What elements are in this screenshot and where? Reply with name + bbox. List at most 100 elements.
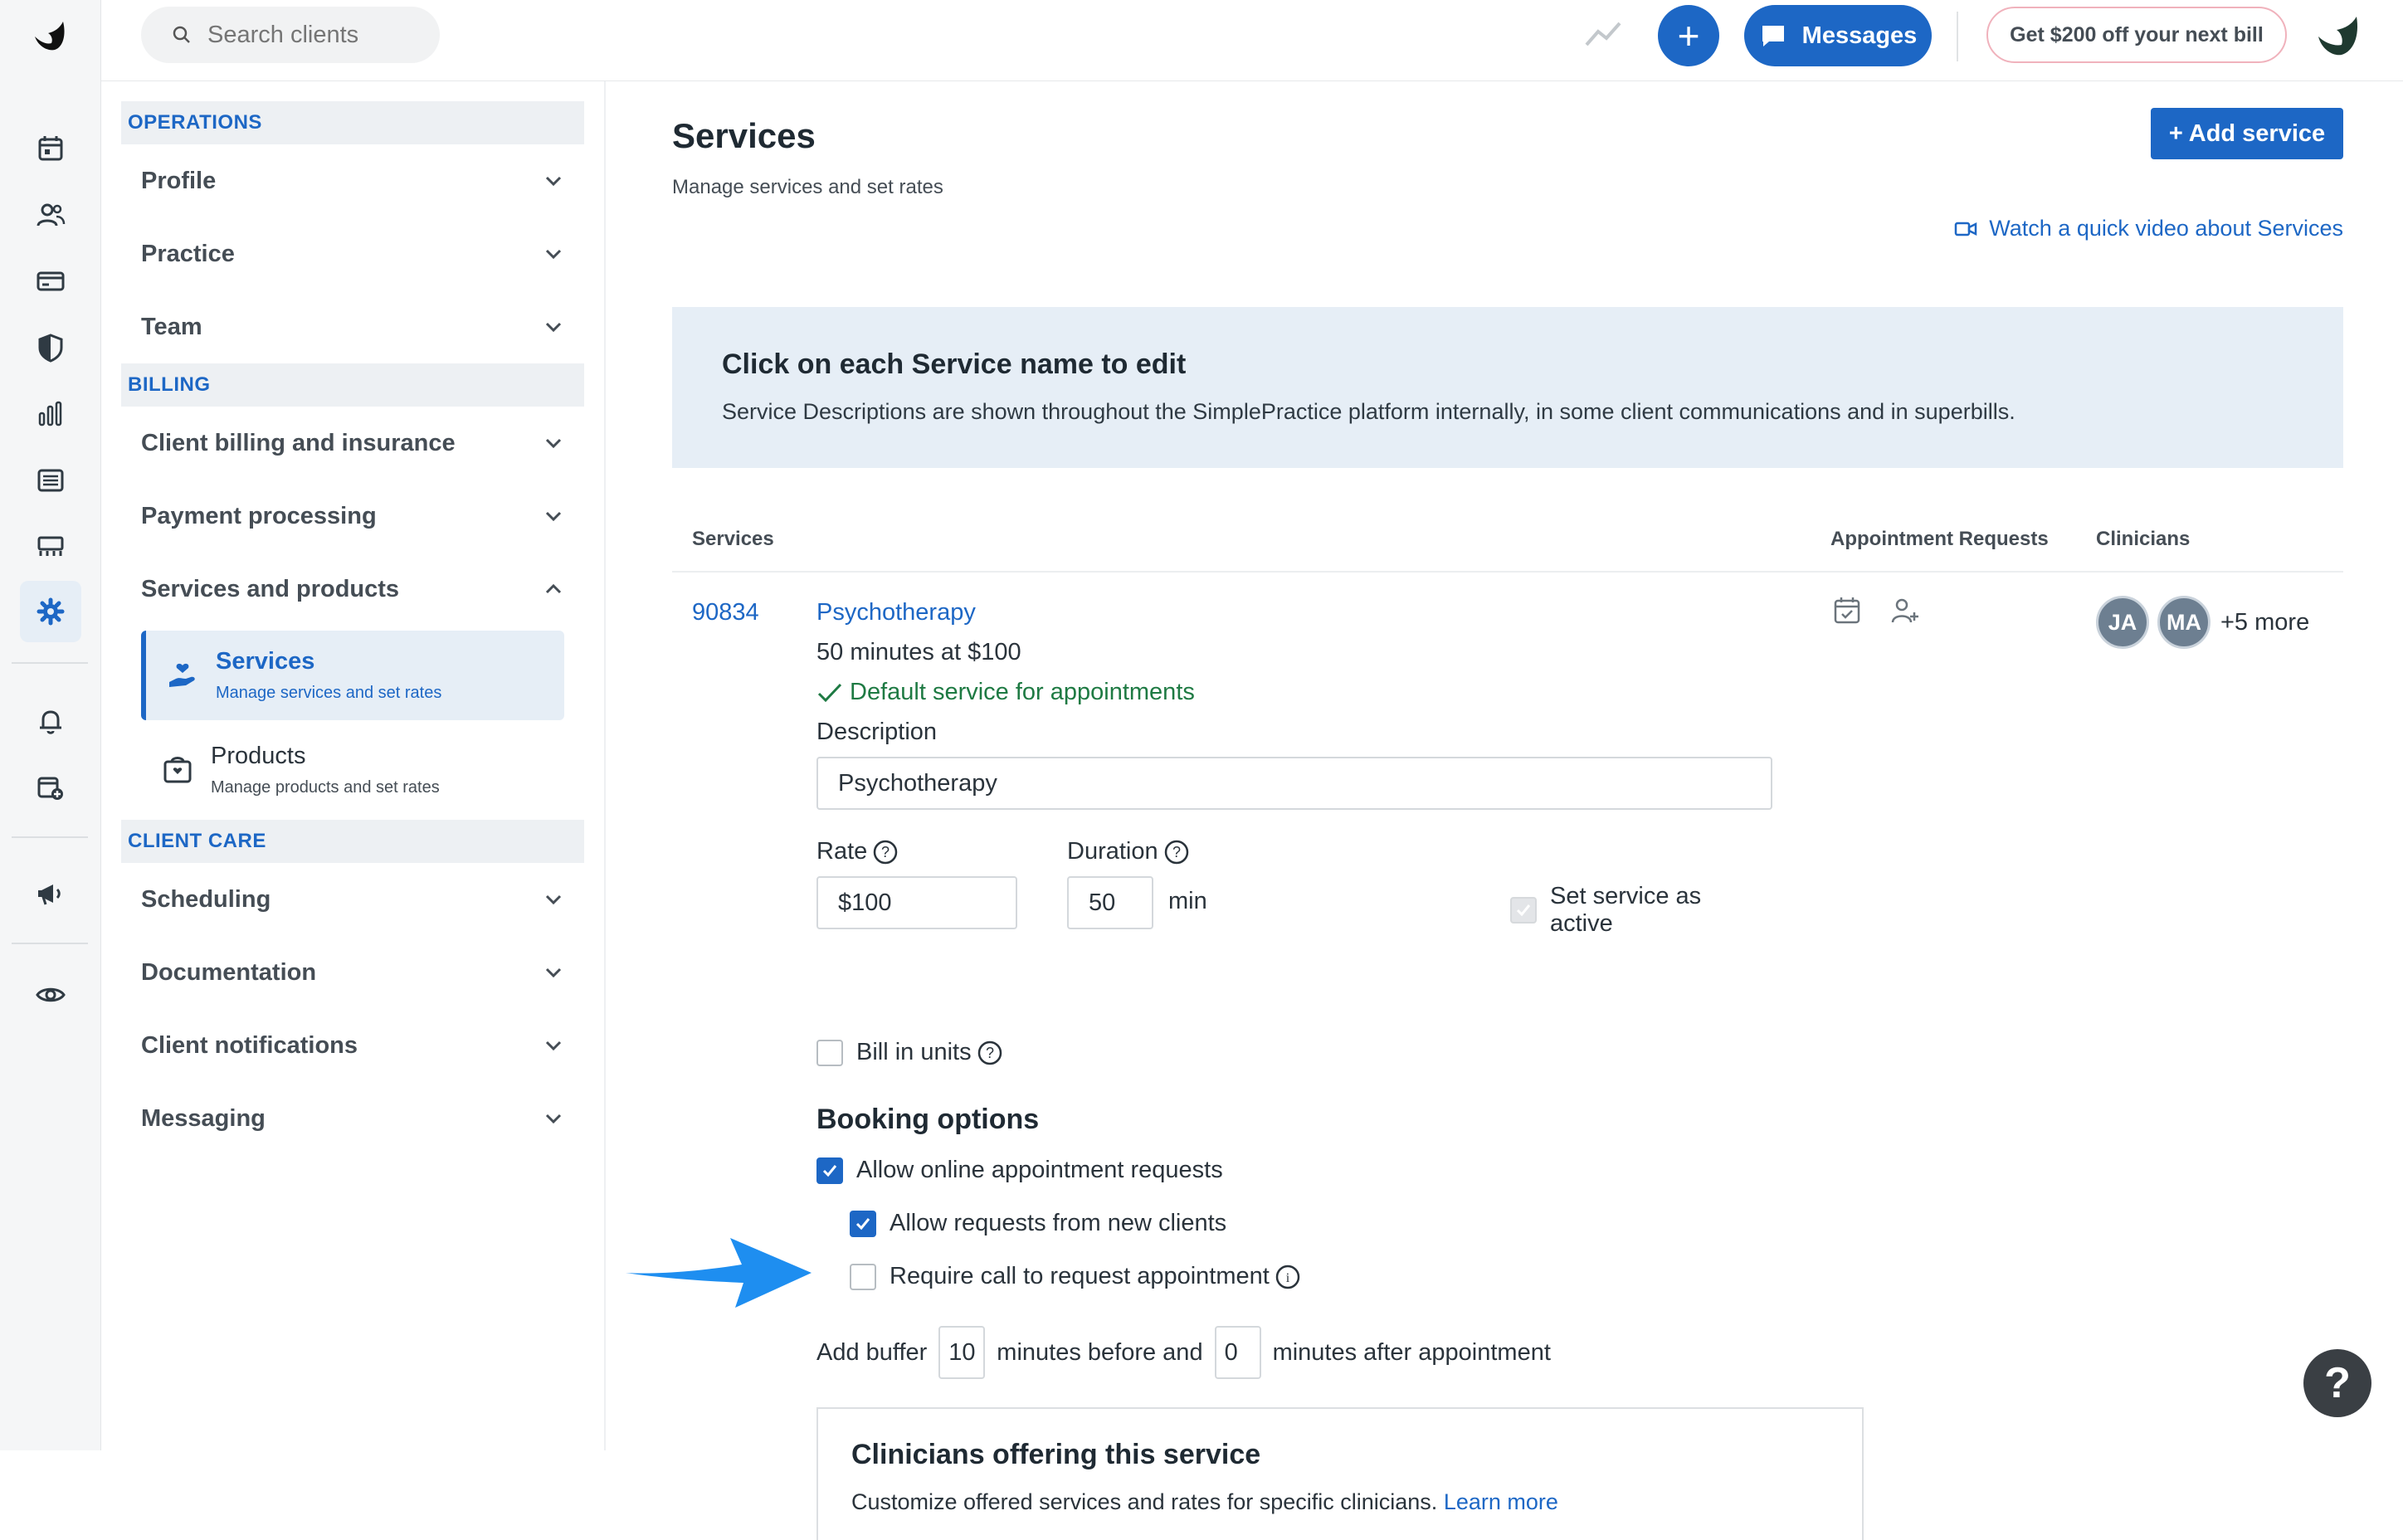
avatar[interactable]: MA: [2157, 596, 2210, 649]
nav-messaging[interactable]: Messaging: [121, 1082, 584, 1155]
help-circle-icon[interactable]: ?: [1163, 839, 1190, 865]
nav-products[interactable]: Products Manage products and set rates: [141, 725, 564, 815]
chevron-down-icon: [545, 249, 562, 260]
more-clinicians[interactable]: +5 more: [2220, 609, 2309, 636]
calendar-icon[interactable]: [20, 118, 81, 179]
nav-scheduling[interactable]: Scheduling: [121, 863, 584, 936]
allow-new-clients-checkbox[interactable]: [850, 1210, 876, 1237]
svg-text:?: ?: [881, 844, 890, 860]
search-input[interactable]: [207, 21, 423, 49]
create-new-button[interactable]: +: [1658, 5, 1719, 66]
add-service-button[interactable]: + Add service: [2151, 108, 2343, 159]
clients-icon[interactable]: [20, 184, 81, 246]
help-circle-icon[interactable]: ?: [977, 1040, 1003, 1066]
rate-label: Rate ?: [816, 838, 899, 865]
active-checkbox[interactable]: [1510, 897, 1537, 924]
preview-eye-icon[interactable]: [20, 964, 81, 1026]
column-header-clinicians: Clinicians: [2096, 528, 2191, 550]
help-circle-icon[interactable]: ?: [872, 839, 899, 865]
service-name-link[interactable]: Psychotherapy: [816, 599, 976, 626]
add-person-icon[interactable]: [1890, 596, 1920, 626]
plus-icon: +: [1677, 14, 1700, 57]
top-bar: + Messages Get $200 off your next bill: [101, 0, 2403, 81]
duration-label: Duration ?: [1067, 838, 1190, 865]
nav-client-billing[interactable]: Client billing and insurance: [121, 407, 584, 480]
check-icon: [1516, 904, 1531, 917]
clinician-avatars: JA MA +5 more: [2096, 596, 2309, 649]
check-icon: [855, 1217, 870, 1230]
active-label: Set service as active: [1550, 883, 1702, 937]
nav-services[interactable]: Services Manage services and set rates: [141, 631, 564, 720]
allow-online-checkbox[interactable]: [816, 1157, 843, 1184]
avatar[interactable]: JA: [2096, 596, 2149, 649]
active-checkbox-row[interactable]: Set service as active: [1510, 883, 1704, 938]
buffer-before-input[interactable]: [938, 1326, 986, 1379]
buffer-after-input[interactable]: [1214, 1326, 1261, 1379]
clinicians-offering-box: Clinicians offering this service Customi…: [816, 1407, 1864, 1540]
chevron-down-icon: [545, 176, 562, 187]
checkmark-icon: [817, 683, 842, 702]
appointment-request-icons: [1832, 596, 1948, 626]
clinicians-box-heading: Clinicians offering this service: [851, 1439, 1261, 1470]
requests-calendar-icon[interactable]: [20, 757, 81, 818]
svg-text:i: i: [1286, 1271, 1290, 1285]
description-label: Description: [816, 719, 938, 745]
bill-units-row[interactable]: Bill in units ?: [816, 1039, 1003, 1066]
default-service-note: Default service for appointments: [816, 679, 1195, 706]
notifications-bell-icon[interactable]: [20, 690, 81, 752]
require-call-checkbox[interactable]: [850, 1263, 876, 1290]
bill-units-checkbox[interactable]: [816, 1039, 843, 1066]
calendar-check-icon[interactable]: [1832, 596, 1862, 626]
learn-more-link[interactable]: Learn more: [1444, 1489, 1558, 1514]
require-call-row[interactable]: Require call to request appointment i: [850, 1263, 1301, 1290]
duration-input[interactable]: [1067, 876, 1153, 929]
settings-gear-icon[interactable]: [20, 581, 81, 642]
chevron-down-icon: [545, 1040, 562, 1051]
search-box[interactable]: [141, 7, 440, 63]
duration-unit: min: [1168, 888, 1207, 914]
hand-heart-icon: [169, 663, 195, 687]
svg-text:?: ?: [1172, 844, 1181, 860]
insurance-shield-icon[interactable]: [20, 317, 81, 378]
chevron-down-icon: [545, 1114, 562, 1124]
info-circle-icon[interactable]: i: [1275, 1264, 1301, 1290]
icon-rail: [0, 0, 101, 1450]
messages-button[interactable]: Messages: [1744, 5, 1932, 66]
buffer-prefix: Add buffer: [816, 1338, 928, 1366]
info-banner: Click on each Service name to edit Servi…: [672, 307, 2343, 468]
nav-team[interactable]: Team: [121, 290, 584, 363]
messages-label: Messages: [1801, 22, 1918, 49]
allow-online-row[interactable]: Allow online appointment requests: [816, 1157, 1223, 1184]
description-input[interactable]: [816, 757, 1772, 810]
nav-payment-processing[interactable]: Payment processing: [121, 480, 584, 553]
allow-new-clients-row[interactable]: Allow requests from new clients: [850, 1210, 1226, 1237]
nav-client-notifications[interactable]: Client notifications: [121, 1009, 584, 1082]
nav-profile[interactable]: Profile: [121, 144, 584, 217]
nav-practice[interactable]: Practice: [121, 217, 584, 290]
section-client-care: CLIENT CARE: [121, 820, 584, 863]
marketing-megaphone-icon[interactable]: [20, 863, 81, 924]
watch-video-link[interactable]: Watch a quick video about Services: [1954, 216, 2343, 241]
promo-button[interactable]: Get $200 off your next bill: [1986, 7, 2287, 63]
chat-bubble-icon: [1762, 26, 1784, 46]
rate-input[interactable]: [816, 876, 1017, 929]
analytics-icon[interactable]: [20, 383, 81, 445]
account-logo-icon[interactable]: [2313, 12, 2365, 60]
marketplace-icon[interactable]: [20, 516, 81, 578]
booking-options-heading: Booking options: [816, 1104, 1040, 1135]
service-code[interactable]: 90834: [692, 599, 759, 626]
bill-units-label: Bill in units: [856, 1039, 972, 1065]
billing-icon[interactable]: [20, 251, 81, 312]
buffer-suffix: minutes after appointment: [1272, 1338, 1551, 1366]
help-button[interactable]: ?: [2303, 1349, 2371, 1417]
column-header-services: Services: [692, 528, 774, 550]
simplepractice-logo-icon[interactable]: [30, 17, 70, 56]
service-summary: 50 minutes at $100: [816, 639, 1021, 665]
documents-icon[interactable]: [20, 450, 81, 511]
clinicians-box-text: Customize offered services and rates for…: [851, 1489, 1558, 1514]
nav-services-products[interactable]: Services and products: [121, 553, 584, 626]
annotation-arrow-icon: [626, 1238, 812, 1308]
nav-documentation[interactable]: Documentation: [121, 936, 584, 1009]
trend-chart-icon[interactable]: [1583, 18, 1623, 48]
allow-new-clients-label: Allow requests from new clients: [890, 1210, 1227, 1236]
